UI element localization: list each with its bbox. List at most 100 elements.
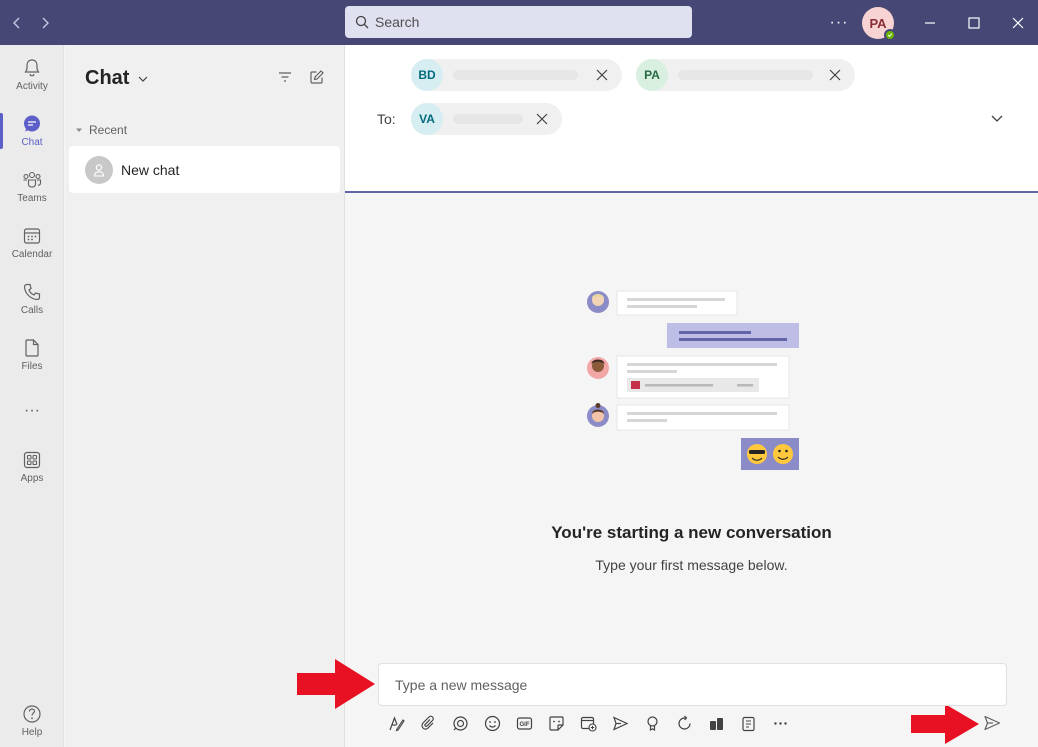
sticker-button[interactable] [540,710,572,736]
stream-button[interactable] [604,710,636,736]
chevron-down-icon [139,76,148,82]
to-label: To: [377,111,396,127]
apps-icon [23,451,41,469]
loop-button[interactable] [444,710,476,736]
forward-button[interactable] [30,0,60,45]
expand-recipients-button[interactable] [990,111,1006,127]
file-icon [25,339,39,357]
maximize-button[interactable] [952,0,996,45]
close-icon [1012,17,1024,28]
more-icon: ··· [24,402,40,419]
send-button[interactable] [978,710,1006,736]
message-input[interactable] [378,663,1007,706]
gif-icon: GIF [516,716,532,730]
emoji-button[interactable] [476,710,508,736]
app-rail: Activity Chat Teams Calendar Calls Files… [0,45,64,747]
play-send-icon [612,715,628,731]
rail-label: Files [21,361,43,372]
format-button[interactable] [380,710,412,736]
rail-label: Apps [20,473,44,484]
back-button[interactable] [2,0,32,45]
recent-section-header[interactable]: Recent [75,123,127,137]
format-icon [388,715,405,731]
user-initials: PA [869,15,887,31]
rail-label: Activity [16,81,48,92]
emoji-icon [484,715,500,731]
user-avatar[interactable]: PA [862,7,896,41]
schedule-meeting-button[interactable] [572,710,604,736]
refresh-icon [677,715,691,730]
chat-list-panel: Chat Recent New chat [65,45,345,747]
forms-button[interactable] [732,710,764,736]
filter-button[interactable] [275,67,295,87]
teams-icon [23,171,42,188]
recipients-area: BD PA To: VA [345,45,1038,193]
chat-icon [24,115,40,132]
filter-icon [279,72,291,82]
rail-item-calendar[interactable]: Calendar [0,217,64,269]
compose-icon [310,70,324,84]
rail-item-more[interactable]: ··· [0,385,64,437]
recipient-name-redacted [453,114,523,124]
new-conversation-illustration [587,290,799,470]
close-icon [596,69,608,81]
search-icon [355,15,369,29]
paperclip-icon [420,715,434,730]
more-options-button[interactable]: ··· [826,0,852,45]
chat-title-dropdown[interactable]: Chat [85,67,149,90]
praise-button[interactable] [636,710,668,736]
new-chat-avatar [85,155,113,184]
praise-icon [646,715,658,731]
recipient-chip[interactable]: VA [411,103,562,135]
search-box[interactable]: Search [345,6,692,38]
rail-item-help[interactable]: Help [0,695,64,747]
close-button[interactable] [996,0,1038,45]
new-chat-button[interactable] [307,67,327,87]
rail-item-calls[interactable]: Calls [0,273,64,325]
recipient-name-redacted [453,70,578,80]
remove-recipient-button[interactable] [594,67,610,83]
rail-item-apps[interactable]: Apps [0,441,64,493]
remove-recipient-button[interactable] [827,67,843,83]
red-arrow-icon [297,659,375,709]
sticker-icon [548,715,564,731]
calendar-add-icon [580,716,597,732]
chat-title: Chat [85,67,130,89]
minimize-button[interactable] [908,0,952,45]
svg-text:GIF: GIF [519,722,529,728]
recent-label: Recent [89,123,128,137]
chevron-down-icon [991,115,1003,122]
rail-item-teams[interactable]: Teams [0,161,64,213]
rail-label: Teams [17,193,47,204]
loop-component-button[interactable] [668,710,700,736]
send-icon [984,715,1001,731]
caret-down-icon [76,128,82,132]
recipient-chip[interactable]: PA [636,59,855,91]
chat-list-item-new-chat[interactable]: New chat [69,146,340,193]
approvals-button[interactable] [700,710,732,736]
rail-label: Help [21,727,43,738]
recipient-chip[interactable]: BD [411,59,622,91]
rail-label: Calendar [11,249,53,260]
empty-state-subtitle: Type your first message below. [595,557,788,573]
attach-button[interactable] [412,710,444,736]
title-bar: Search ··· PA [0,0,1038,45]
remove-recipient-button[interactable] [534,111,550,127]
maximize-icon [968,16,980,29]
rail-label: Chat [21,137,43,148]
loop-icon [452,715,468,731]
more-options-button[interactable] [764,710,796,736]
recipient-avatar: VA [411,103,443,135]
clipboard-icon [741,716,755,731]
gif-button[interactable]: GIF [508,710,540,736]
rail-item-activity[interactable]: Activity [0,49,64,101]
chevron-right-icon [42,17,49,28]
recipient-name-redacted [678,70,813,80]
minimize-icon [925,21,935,24]
phone-icon [23,283,41,301]
recipient-avatar: BD [411,59,443,91]
rail-item-chat[interactable]: Chat [0,105,64,157]
empty-state-title: You're starting a new conversation [551,523,832,542]
rail-item-files[interactable]: Files [0,329,64,381]
available-status-icon [884,29,896,41]
